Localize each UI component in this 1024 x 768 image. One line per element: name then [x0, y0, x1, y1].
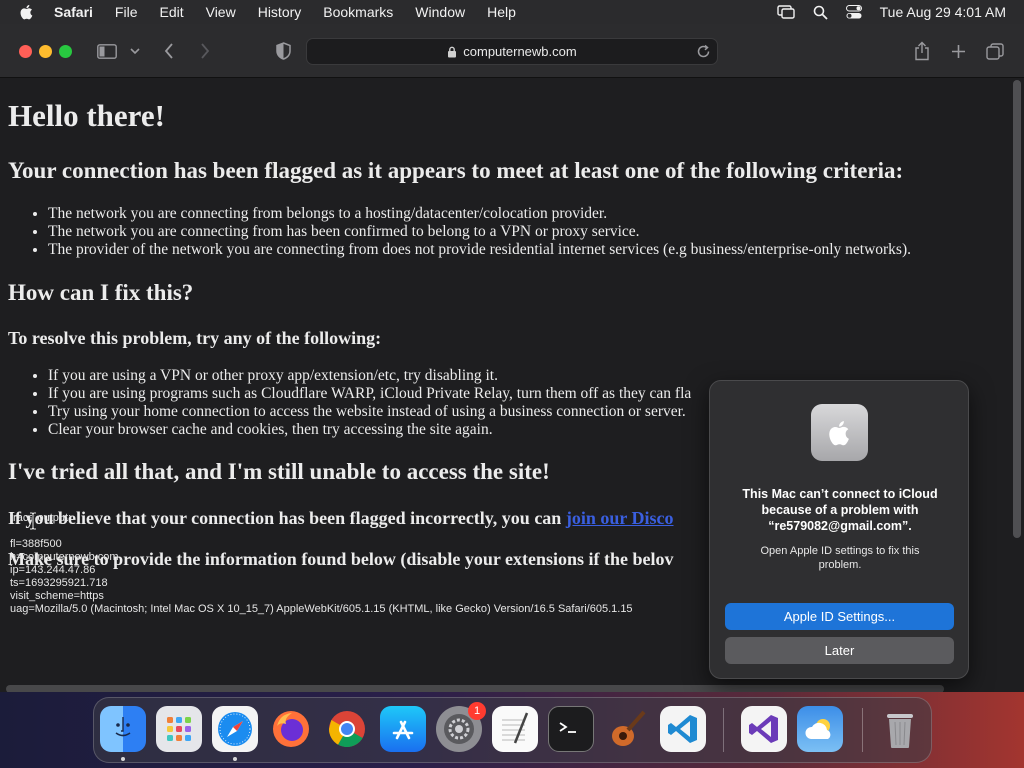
apple-logo-icon[interactable]	[18, 3, 36, 21]
new-tab-plus-icon[interactable]	[948, 41, 968, 61]
menu-view[interactable]: View	[206, 4, 236, 20]
menu-bar: Safari File Edit View History Bookmarks …	[0, 0, 1024, 24]
chevron-down-icon[interactable]	[129, 44, 141, 58]
weather-icon[interactable]	[797, 706, 843, 752]
alert-title: This Mac can’t connect to iCloud because…	[742, 487, 938, 533]
finder-icon[interactable]	[100, 706, 146, 752]
list-item: The network you are connecting from belo…	[48, 205, 911, 223]
list-item: If you are using programs such as Cloudf…	[48, 385, 691, 403]
heading-flagged: Your connection has been flagged as it a…	[8, 158, 904, 183]
list-item: The network you are connecting from has …	[48, 223, 911, 241]
running-indicator	[233, 757, 237, 761]
zoom-window-button[interactable]	[59, 45, 72, 58]
list-item: Try using your home connection to access…	[48, 403, 691, 421]
list-item: Clear your browser cache and cookies, th…	[48, 421, 691, 439]
vertical-scrollbar[interactable]	[1013, 80, 1021, 538]
address-bar[interactable]: computernewb.com	[306, 38, 718, 65]
menu-app-name[interactable]: Safari	[54, 4, 93, 20]
screen-mirroring-icon[interactable]	[776, 5, 795, 19]
icloud-alert: This Mac can’t connect to iCloud because…	[709, 380, 969, 679]
dock-separator	[862, 708, 863, 752]
terminal-icon[interactable]	[548, 706, 594, 752]
menubar-clock[interactable]: Tue Aug 29 4:01 AM	[880, 4, 1006, 20]
menu-history[interactable]: History	[258, 4, 302, 20]
menu-edit[interactable]: Edit	[159, 4, 183, 20]
app-store-icon[interactable]	[380, 706, 426, 752]
menu-bookmarks[interactable]: Bookmarks	[323, 4, 393, 20]
close-window-button[interactable]	[19, 45, 32, 58]
later-button[interactable]: Later	[725, 637, 954, 664]
menu-help[interactable]: Help	[487, 4, 516, 20]
safari-icon[interactable]	[212, 706, 258, 752]
heading-how-fix: How can I fix this?	[8, 280, 194, 305]
apple-id-settings-button[interactable]: Apple ID Settings...	[725, 603, 954, 630]
menu-file[interactable]: File	[115, 4, 138, 20]
fixes-list: If you are using a VPN or other proxy ap…	[48, 367, 691, 439]
minimize-window-button[interactable]	[39, 45, 52, 58]
share-icon[interactable]	[912, 40, 932, 62]
heading-tried-all: I've tried all that, and I'm still unabl…	[8, 459, 550, 484]
tab-overview-icon[interactable]	[985, 41, 1005, 61]
list-item: The provider of the network you are conn…	[48, 241, 911, 259]
dock-separator	[723, 708, 724, 752]
chrome-icon[interactable]	[324, 706, 370, 752]
running-indicator	[121, 757, 125, 761]
firefox-icon[interactable]	[268, 706, 314, 752]
list-item: If you are using a VPN or other proxy ap…	[48, 367, 691, 385]
menu-window[interactable]: Window	[415, 4, 465, 20]
text-cursor-icon	[30, 512, 36, 530]
trace-output: trace output: fl=388f500 h=computernewb.…	[10, 512, 633, 615]
garageband-icon[interactable]	[604, 706, 650, 752]
textedit-icon[interactable]	[492, 706, 538, 752]
page-heading-hello: Hello there!	[8, 98, 165, 133]
back-arrow-icon[interactable]	[160, 41, 178, 61]
visual-studio-icon[interactable]	[741, 706, 787, 752]
reload-icon[interactable]	[696, 44, 711, 59]
url-text: computernewb.com	[463, 44, 577, 59]
control-center-icon[interactable]	[845, 5, 862, 19]
lock-icon	[448, 46, 457, 57]
spotlight-search-icon[interactable]	[813, 5, 828, 20]
launchpad-icon[interactable]	[156, 706, 202, 752]
criteria-list: The network you are connecting from belo…	[48, 205, 911, 259]
apple-settings-icon	[811, 404, 868, 461]
notification-badge: 1	[468, 702, 486, 720]
sidebar-toggle-icon[interactable]	[96, 42, 118, 60]
privacy-shield-icon[interactable]	[273, 41, 293, 61]
trash-icon[interactable]	[877, 706, 923, 752]
heading-resolve: To resolve this problem, try any of the …	[8, 328, 382, 348]
forward-arrow-icon[interactable]	[196, 41, 214, 61]
vscode-icon[interactable]	[660, 706, 706, 752]
alert-message: Open Apple ID settings to fix this probl…	[760, 545, 920, 571]
